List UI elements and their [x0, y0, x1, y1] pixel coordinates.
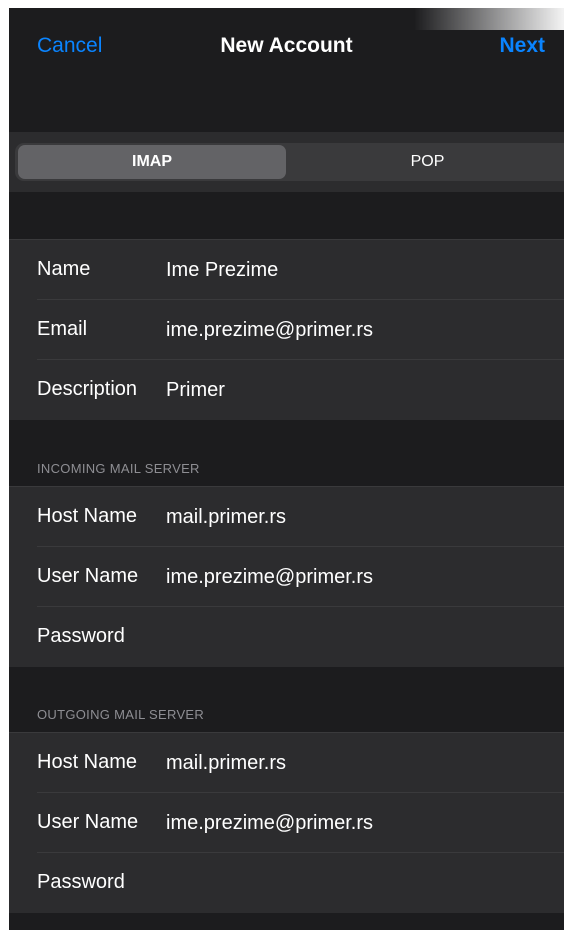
- description-row[interactable]: Description Primer: [9, 360, 564, 420]
- outgoing-server-header: OUTGOING MAIL SERVER: [37, 707, 205, 722]
- incoming-host-field[interactable]: mail.primer.rs: [166, 506, 286, 529]
- incoming-host-row[interactable]: Host Name mail.primer.rs: [9, 487, 564, 547]
- name-field[interactable]: Ime Prezime: [166, 259, 278, 282]
- outgoing-user-row[interactable]: User Name ime.prezime@primer.rs: [9, 793, 564, 853]
- account-type-bar: IMAP POP: [9, 132, 564, 192]
- email-label: Email: [37, 318, 88, 340]
- segment-imap[interactable]: IMAP: [18, 145, 286, 179]
- outgoing-server-group: Host Name mail.primer.rs User Name ime.p…: [9, 732, 564, 913]
- outgoing-password-row[interactable]: Password: [9, 853, 564, 913]
- outgoing-host-row[interactable]: Host Name mail.primer.rs: [9, 733, 564, 793]
- incoming-server-group: Host Name mail.primer.rs User Name ime.p…: [9, 486, 564, 667]
- outgoing-user-label: User Name: [37, 811, 139, 833]
- name-row[interactable]: Name Ime Prezime: [9, 240, 564, 300]
- page-title: New Account: [220, 34, 353, 57]
- outgoing-password-label: Password: [37, 871, 125, 893]
- email-row[interactable]: Email ime.prezime@primer.rs: [9, 300, 564, 360]
- outgoing-user-field[interactable]: ime.prezime@primer.rs: [166, 812, 373, 835]
- incoming-user-field[interactable]: ime.prezime@primer.rs: [166, 566, 373, 589]
- incoming-user-row[interactable]: User Name ime.prezime@primer.rs: [9, 547, 564, 607]
- incoming-password-row[interactable]: Password: [9, 607, 564, 667]
- outgoing-host-field[interactable]: mail.primer.rs: [166, 752, 286, 775]
- outgoing-password-field[interactable]: [166, 872, 546, 895]
- incoming-host-label: Host Name: [37, 505, 138, 527]
- incoming-password-field[interactable]: [166, 626, 546, 649]
- account-info-group: Name Ime Prezime Email ime.prezime@prime…: [9, 239, 564, 420]
- email-field[interactable]: ime.prezime@primer.rs: [166, 319, 373, 342]
- screen: Cancel New Account Next IMAP POP Name Im…: [9, 8, 564, 930]
- name-label: Name: [37, 258, 91, 280]
- incoming-server-header: INCOMING MAIL SERVER: [37, 461, 200, 476]
- description-field[interactable]: Primer: [166, 379, 225, 402]
- outgoing-host-label: Host Name: [37, 751, 138, 773]
- next-button[interactable]: Next: [499, 34, 545, 58]
- incoming-user-label: User Name: [37, 565, 139, 587]
- account-type-segmented-control: IMAP POP: [15, 143, 564, 181]
- segment-pop[interactable]: POP: [295, 145, 560, 179]
- description-label: Description: [37, 378, 138, 400]
- navigation-bar: Cancel New Account Next: [9, 8, 564, 132]
- incoming-password-label: Password: [37, 625, 125, 647]
